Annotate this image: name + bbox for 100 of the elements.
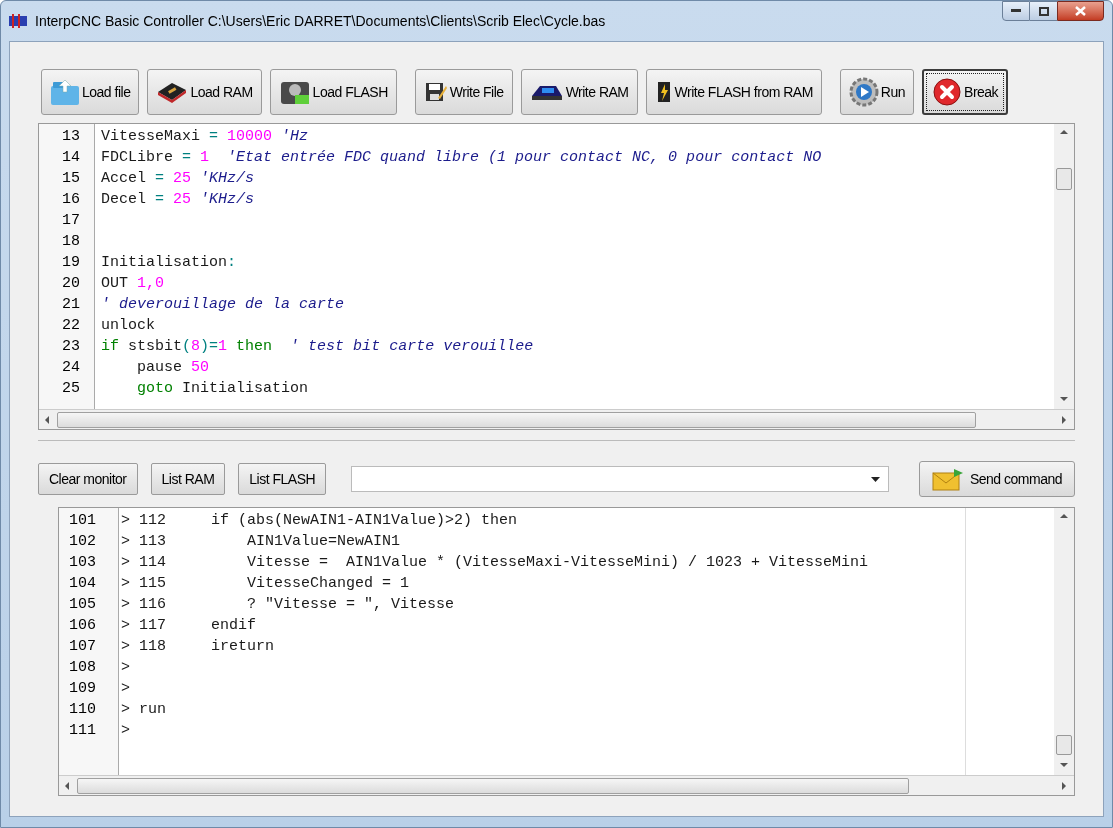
line-number: 15 <box>62 169 80 189</box>
code-token: 8 <box>191 337 201 357</box>
line-number: 18 <box>62 232 80 252</box>
console-line: > <box>121 722 130 739</box>
code-token: goto <box>136 379 173 399</box>
code-token: FDCLibre <box>101 148 174 168</box>
code-token: )= <box>200 337 219 357</box>
code-token: then <box>235 337 273 357</box>
line-number: 23 <box>62 337 80 357</box>
code-token: Initialisation <box>181 379 309 399</box>
line-number: 105 <box>69 596 96 613</box>
code-token: unlock <box>101 316 155 336</box>
monitor-button[interactable]: List FLASH <box>238 463 327 495</box>
code-editor[interactable] <box>38 123 1075 430</box>
window-title: InterpCNC Basic Controller C:\Users\Eric DARRET\Documents\Clients\Scrib Elec\Cycle.bas <box>35 11 606 31</box>
line-number: 17 <box>62 211 80 231</box>
code-token: 10000 <box>226 127 273 147</box>
code-token: OUT <box>101 274 129 294</box>
console-line: > <box>121 680 130 697</box>
line-number: 20 <box>62 274 80 294</box>
code-token: 25 <box>172 190 192 210</box>
code-token: 1 <box>218 337 228 357</box>
code-token: 'Hz <box>280 127 309 147</box>
scrollbar-thumb[interactable] <box>77 777 910 794</box>
code-token: ' test bit carte verouillee <box>289 337 534 357</box>
line-number: 107 <box>69 638 96 655</box>
line-number: 24 <box>62 358 80 378</box>
code-token: Decel <box>101 190 147 210</box>
console-line: > <box>121 659 130 676</box>
code-token: 'KHz/s <box>199 190 255 210</box>
line-number: 108 <box>69 659 96 676</box>
line-number: 14 <box>62 148 80 168</box>
line-number: 109 <box>69 680 96 697</box>
gear-play-icon <box>848 77 879 107</box>
close-button[interactable] <box>1057 1 1104 21</box>
line-number: 19 <box>62 253 80 273</box>
console-line: > 115 VitesseChanged = 1 <box>121 575 410 592</box>
chip-icon <box>156 80 189 104</box>
line-number: 101 <box>69 512 96 529</box>
line-number: 13 <box>62 127 80 147</box>
console-line: > 114 Vitesse = AIN1Value * (VitesseMaxi-VitesseMini) / 1023 + VitesseMini <box>121 554 869 571</box>
console-line: > 117 endif <box>121 617 257 634</box>
code-token: if <box>101 337 119 357</box>
code-token: = <box>155 169 165 189</box>
code-token: = <box>209 127 219 147</box>
toolbar-button[interactable]: Write RAM <box>520 69 638 115</box>
floppy-pencil-icon <box>423 80 448 104</box>
scrollbar-thumb[interactable] <box>1056 168 1072 190</box>
code-token: = <box>155 190 165 210</box>
code-token: 'Etat entrée FDC quand libre (1 pour contact NC, 0 pour contact NO <box>226 148 822 168</box>
console-line: > 118 ireturn <box>121 638 275 655</box>
line-number: 103 <box>69 554 96 571</box>
toolbar-button[interactable]: Load file <box>41 69 140 115</box>
send-command-button[interactable]: Send command <box>918 461 1075 497</box>
folder-icon <box>50 78 80 106</box>
code-token: VitesseMaxi <box>101 127 202 147</box>
vertical-scrollbar[interactable] <box>1054 508 1074 775</box>
line-number: 16 <box>62 190 80 210</box>
minimize-button[interactable] <box>1002 1 1030 21</box>
console-line: > 113 AIN1Value=NewAIN1 <box>121 533 401 550</box>
code-token: 1,0 <box>137 274 165 294</box>
vertical-scrollbar[interactable] <box>1054 124 1074 409</box>
app-icon <box>9 14 27 28</box>
scrollbar-thumb[interactable] <box>57 411 977 428</box>
code-token: ( <box>182 337 192 357</box>
maximize-button[interactable] <box>1030 1 1057 21</box>
envelope-icon <box>931 467 964 491</box>
line-number: 110 <box>69 701 96 718</box>
line-number: 102 <box>69 533 96 550</box>
toolbar-button[interactable]: Load RAM <box>147 69 262 115</box>
code-token: Initialisation <box>101 253 228 273</box>
dropdown-caret-icon <box>871 476 881 482</box>
code-token: ' deverouillage de la carte <box>101 295 345 315</box>
line-number: 111 <box>69 722 96 739</box>
scrollbar-thumb[interactable] <box>1056 735 1072 755</box>
stop-icon <box>932 77 963 107</box>
code-token: stsbit <box>127 337 183 357</box>
toolbar-button[interactable]: Run <box>839 69 915 115</box>
line-number: 106 <box>69 617 96 634</box>
code-token: Accel <box>101 169 147 189</box>
toolbar-button[interactable]: Break <box>922 69 1009 115</box>
monitor-button[interactable]: Clear monitor <box>38 463 138 495</box>
code-token: 1 <box>199 148 210 168</box>
line-number: 21 <box>62 295 80 315</box>
close-icon <box>1075 6 1086 16</box>
code-token: 50 <box>191 358 210 378</box>
toolbar-button[interactable]: Write FLASH from RAM <box>645 69 822 115</box>
toolbar-button[interactable]: Write File <box>414 69 513 115</box>
line-number: 104 <box>69 575 96 592</box>
line-number: 22 <box>62 316 80 336</box>
toolbar-button[interactable]: Load FLASH <box>269 69 397 115</box>
console-line: > 112 if (abs(NewAIN1-AIN1Value)>2) then <box>121 512 518 529</box>
monitor-button[interactable]: List RAM <box>150 463 226 495</box>
code-token: 'KHz/s <box>199 169 255 189</box>
minimize-icon <box>1011 9 1021 13</box>
console-line: > 116 ? "Vitesse = ", Vitesse <box>121 596 455 613</box>
code-token: pause <box>136 358 183 378</box>
code-token: = <box>182 148 192 168</box>
console-line: > run <box>121 701 166 718</box>
code-token: 25 <box>172 169 192 189</box>
